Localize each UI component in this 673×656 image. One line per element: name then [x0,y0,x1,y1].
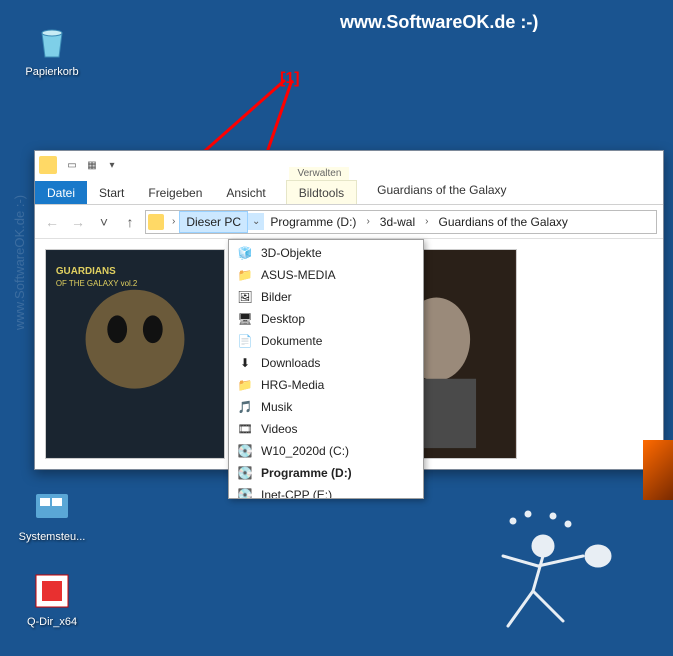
dropdown-item-label: Inet-CPP (E:) [261,488,332,499]
dropdown-item[interactable]: ⬇ Downloads [229,352,423,374]
tab-file[interactable]: Datei [35,181,87,204]
breadcrumb-folder1[interactable]: 3d-wal [374,212,421,232]
qat-newfolder-icon[interactable]: ▦ [85,158,99,172]
dropdown-item-label: Videos [261,422,297,436]
cube-icon: 🧊 [237,245,253,261]
qdir-label: Q-Dir_x64 [12,616,92,628]
folder-icon: 📁 [237,267,253,283]
videos-icon: 🎞 [237,421,253,437]
svg-text:GUARDIANS: GUARDIANS [56,266,116,277]
nav-back-button[interactable]: ← [41,211,63,233]
dropdown-item-label: HRG-Media [261,378,324,392]
tab-home[interactable]: Start [87,181,136,204]
dropdown-item[interactable]: 🖥 Desktop [229,308,423,330]
dropdown-item-label: 3D-Objekte [261,246,322,260]
folder-icon [39,156,57,174]
desktop-icon-qdir[interactable]: Q-Dir_x64 [12,570,92,628]
folder-icon [148,214,164,230]
breadcrumb-chevron[interactable]: ⌄ [248,213,264,230]
dropdown-item[interactable]: 🧊 3D-Objekte [229,242,423,264]
nav-toolbar: ← → ˅ ↑ › Dieser PC ⌄ Programme (D:) › 3… [35,205,663,239]
dropdown-item[interactable]: 💽 Inet-CPP (E:) [229,484,423,499]
drive-icon: 💽 [237,465,253,481]
desktop-icon: 🖥 [237,311,253,327]
breadcrumb-thispc[interactable]: Dieser PC [179,211,248,233]
qat-chevron-icon[interactable]: ▾ [105,158,119,172]
dropdown-item-label: Programme (D:) [261,466,352,480]
breadcrumb-chevron[interactable]: › [362,213,373,230]
window-title: Guardians of the Galaxy [377,183,506,201]
dropdown-item[interactable]: 💽 Programme (D:) [229,462,423,484]
dropdown-item-label: Dokumente [261,334,322,348]
nav-history-dropdown[interactable]: ˅ [93,211,115,233]
dropdown-item[interactable]: 💽 W10_2020d (C:) [229,440,423,462]
svg-text:OF THE GALAXY vol.2: OF THE GALAXY vol.2 [56,279,137,288]
downloads-icon: ⬇ [237,355,253,371]
tab-view[interactable]: Ansicht [214,181,277,204]
breadcrumb-folder2[interactable]: Guardians of the Galaxy [432,212,573,232]
dropdown-item[interactable]: 📁 HRG-Media [229,374,423,396]
ribbon-tabs: Datei Start Freigeben Ansicht Verwalten … [35,179,663,205]
dropdown-item-label: Desktop [261,312,305,326]
dropdown-item-label: Musik [261,400,292,414]
watermark-text: www.SoftwareOK.de :-) [340,12,538,33]
dropdown-item-label: W10_2020d (C:) [261,444,349,458]
nav-up-button[interactable]: ↑ [119,211,141,233]
address-bar[interactable]: › Dieser PC ⌄ Programme (D:) › 3d-wal › … [145,210,657,234]
dropdown-item[interactable]: 🎵 Musik [229,396,423,418]
watermark-doodle [463,506,643,646]
controlpanel-icon [31,485,73,527]
thumbnail-placeholder: GUARDIANS OF THE GALAXY vol.2 [46,250,224,458]
nav-forward-button[interactable]: → [67,211,89,233]
breadcrumb-drive[interactable]: Programme (D:) [264,212,362,232]
drive-icon: 💽 [237,487,253,499]
music-icon: 🎵 [237,399,253,415]
drive-icon: 💽 [237,443,253,459]
breadcrumb-dropdown: 🧊 3D-Objekte 📁 ASUS-MEDIA 🖼 Bilder 🖥 Desktop 📄 Do… [228,239,424,499]
desktop-icon-controlpanel[interactable]: Systemsteu... [12,485,92,543]
controlpanel-label: Systemsteu... [12,531,92,543]
dropdown-item-label: Downloads [261,356,320,370]
breadcrumb-chevron[interactable]: › [421,213,432,230]
breadcrumb-root-chevron[interactable]: › [168,213,179,230]
dropdown-item[interactable]: 📄 Dokumente [229,330,423,352]
dropdown-item[interactable]: 🎞 Videos [229,418,423,440]
pictures-icon: 🖼 [237,289,253,305]
recyclebin-label: Papierkorb [12,66,92,78]
docs-icon: 📄 [237,333,253,349]
qat-properties-icon[interactable]: ▭ [65,158,79,172]
contextual-label-manage: Verwalten [289,167,349,180]
tab-picturetools[interactable]: Bildtools [286,180,357,204]
dropdown-item-label: ASUS-MEDIA [261,268,336,282]
dropdown-item-label: Bilder [261,290,292,304]
partial-thumbnail[interactable] [643,440,673,500]
recyclebin-icon [31,20,73,62]
annotation-label: [1] [280,70,300,88]
folder-icon: 📁 [237,377,253,393]
explorer-window: ▭ ▦ ▾ Datei Start Freigeben Ansicht Verw… [34,150,664,470]
tab-share[interactable]: Freigeben [136,181,214,204]
dropdown-item[interactable]: 🖼 Bilder [229,286,423,308]
image-thumbnail[interactable]: GUARDIANS OF THE GALAXY vol.2 [45,249,225,459]
desktop-icon-recyclebin[interactable]: Papierkorb [12,20,92,78]
qdir-icon [31,570,73,612]
quick-access-toolbar: ▭ ▦ ▾ [65,158,119,172]
dropdown-item[interactable]: 📁 ASUS-MEDIA [229,264,423,286]
